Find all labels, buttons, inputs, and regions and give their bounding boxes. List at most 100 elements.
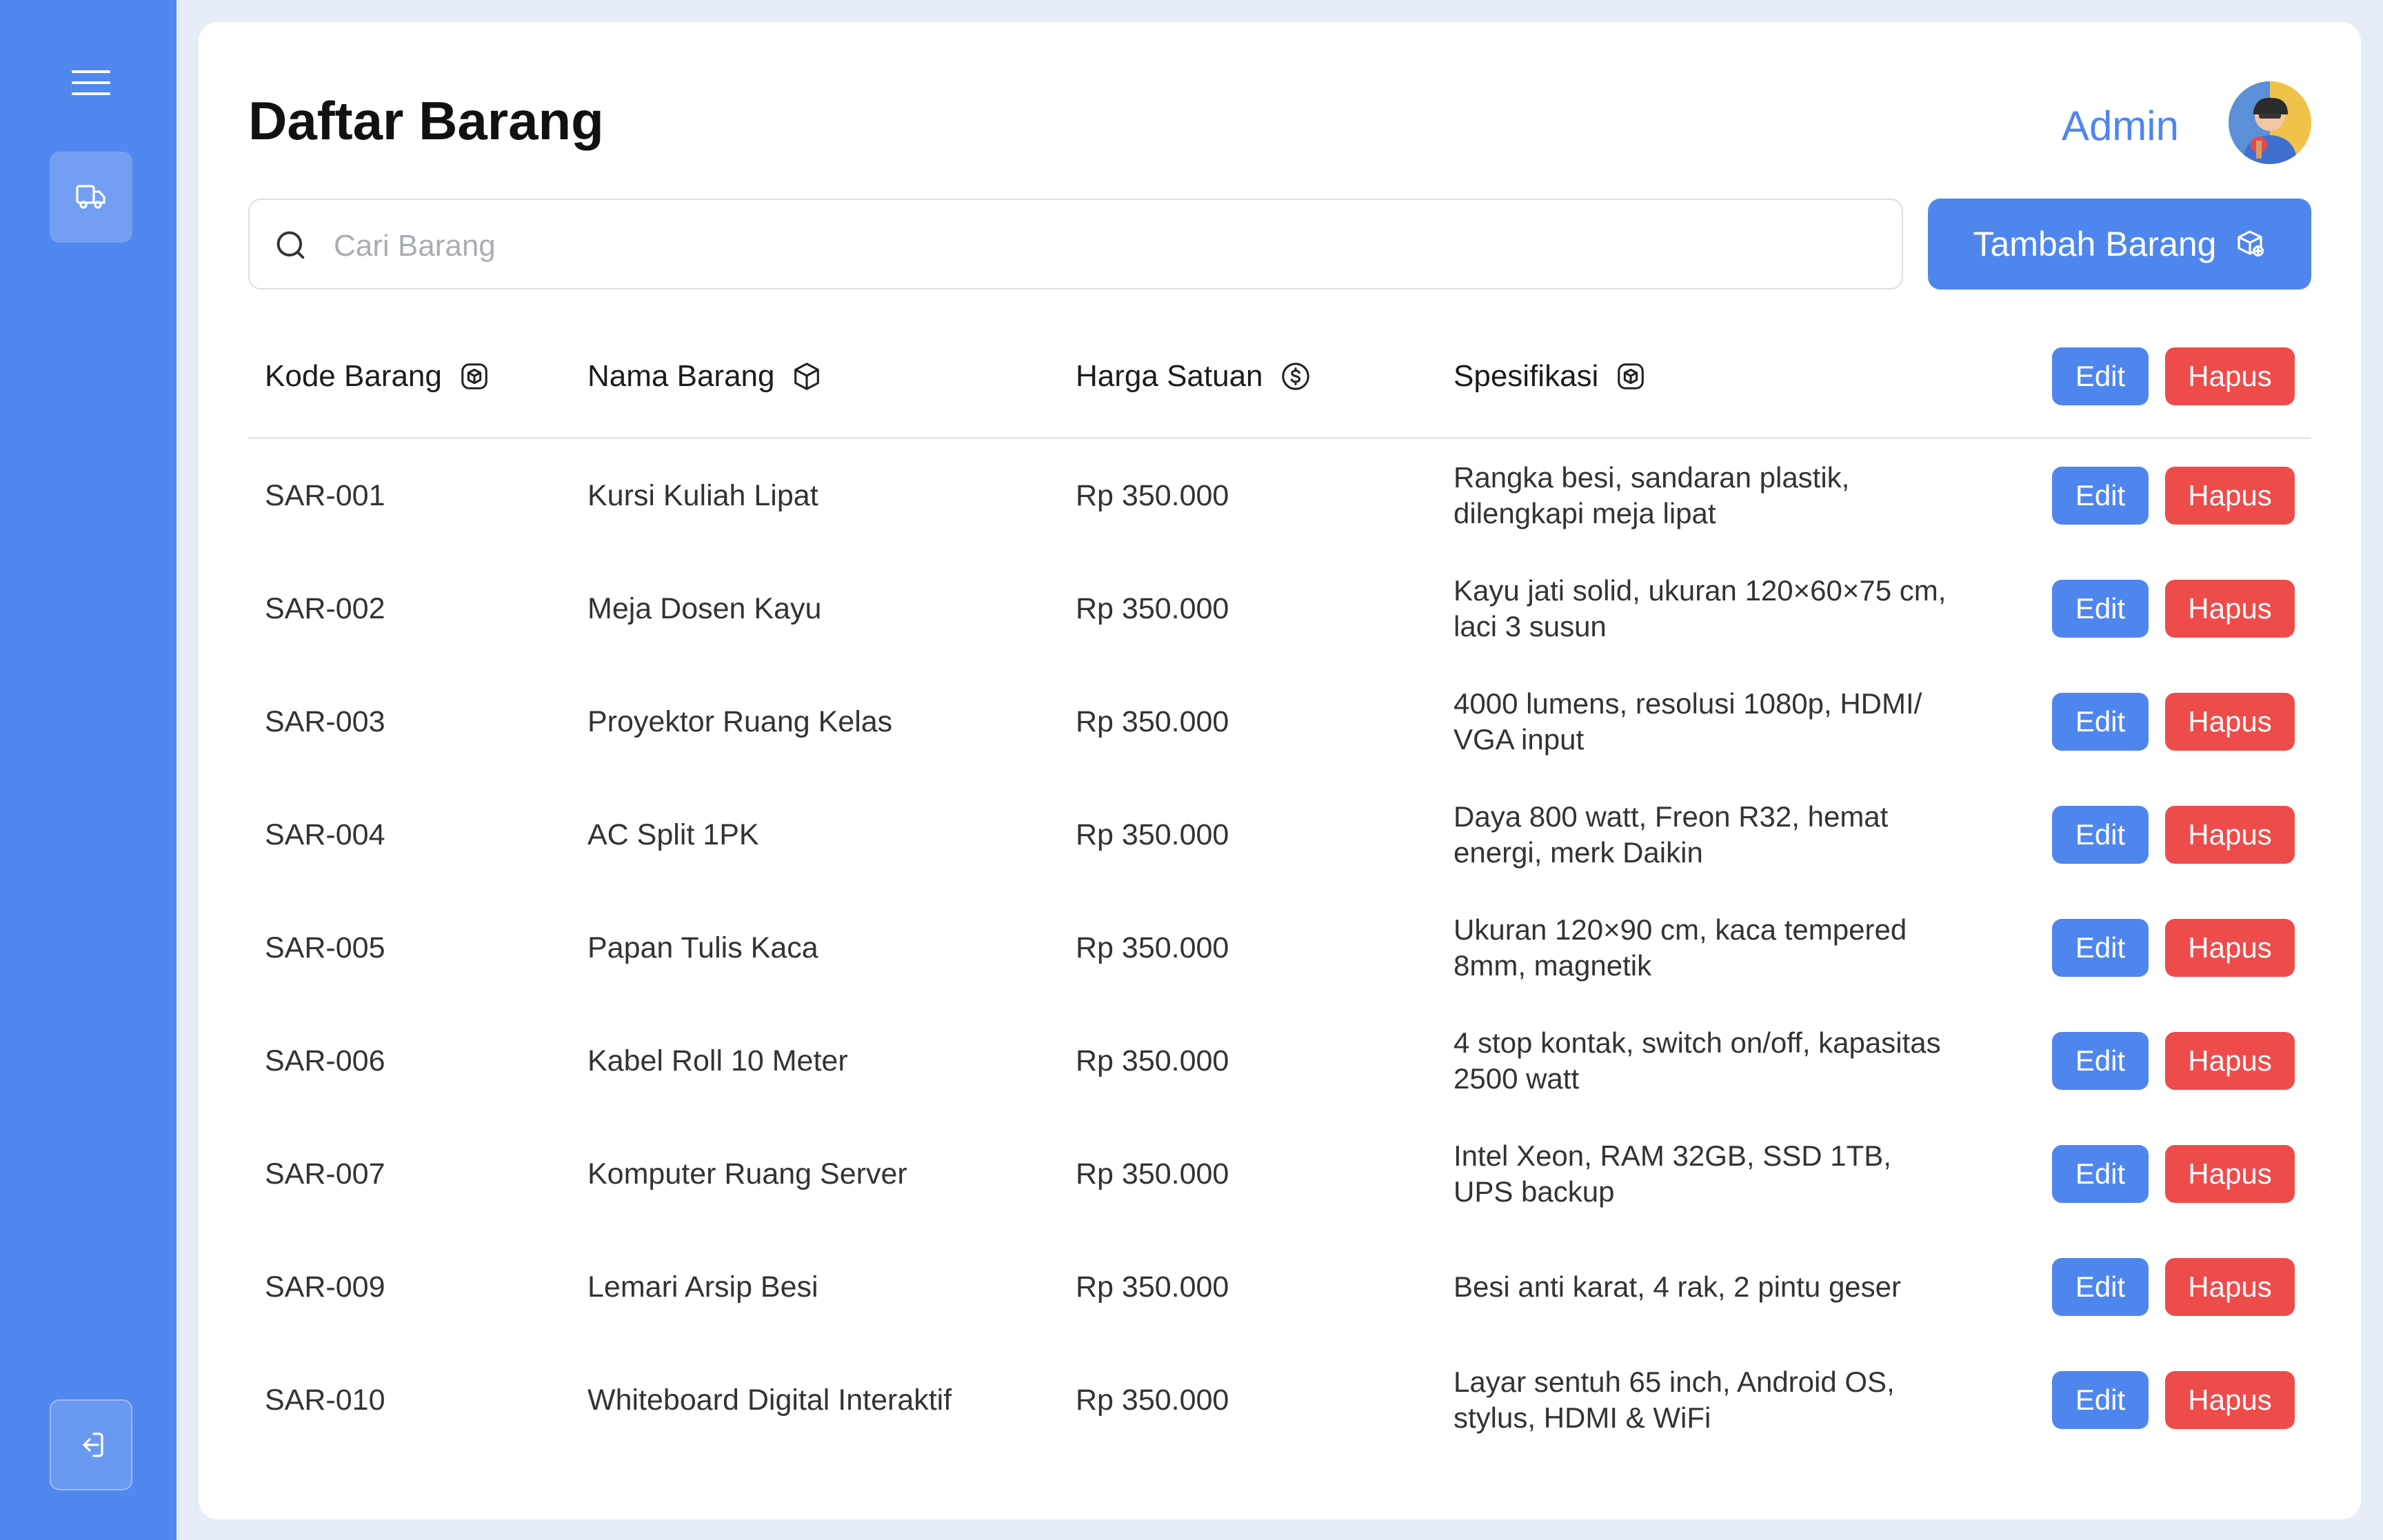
- cell-spec: Ukuran 120×90 cm, kaca tempered 8mm, mag…: [1454, 891, 1950, 1004]
- cube-icon: [794, 363, 820, 390]
- user-name[interactable]: Admin: [2062, 102, 2179, 150]
- row-actions: Edit Hapus: [2052, 1230, 2295, 1344]
- delete-button[interactable]: Hapus: [2165, 1032, 2295, 1090]
- edit-button[interactable]: Edit: [2052, 467, 2149, 525]
- delete-button[interactable]: Hapus: [2165, 1258, 2295, 1316]
- search-icon: [276, 231, 305, 259]
- add-item-button[interactable]: Tambah Barang: [1928, 199, 2311, 290]
- cell-code: SAR-006: [265, 1044, 385, 1077]
- cell-price: Rp 350.000: [1076, 931, 1229, 964]
- spec-text: Layar sentuh 65 inch, Android OS, stylus…: [1454, 1366, 1895, 1434]
- cell-spec: Daya 800 watt, Freon R32, hemat energi, …: [1454, 778, 1950, 891]
- truck-icon: [76, 185, 105, 209]
- edit-button[interactable]: Edit: [2052, 693, 2149, 751]
- cell-name: Kursi Kuliah Lipat: [587, 478, 818, 512]
- box-icon: [461, 363, 487, 389]
- delete-button[interactable]: Hapus: [2165, 919, 2295, 977]
- row-actions: Edit Hapus: [2052, 439, 2295, 552]
- delete-button[interactable]: Hapus: [2165, 1145, 2295, 1203]
- delete-button[interactable]: Hapus: [2165, 693, 2295, 751]
- edit-button[interactable]: Edit: [2052, 1258, 2149, 1316]
- cell-price: Rp 350.000: [1076, 1270, 1229, 1304]
- spec-text: Intel Xeon, RAM 32GB, SSD 1TB, UPS backu…: [1454, 1139, 1891, 1208]
- table-row: SAR-005 Papan Tulis Kaca Rp 350.000 Ukuran …: [248, 891, 2311, 1004]
- sidebar: [0, 0, 177, 1540]
- delete-button[interactable]: Hapus: [2165, 467, 2295, 525]
- table-body: SAR-001 Kursi Kuliah Lipat Rp 350.000 Rangk…: [248, 439, 2311, 1457]
- header-edit-button[interactable]: Edit: [2052, 347, 2149, 405]
- cell-name: Lemari Arsip Besi: [587, 1270, 818, 1304]
- items-table: Kode Barang Nama Barang Harga Satuan Spe…: [248, 316, 2311, 1457]
- spec-text: Rangka besi, sandaran plastik, dilengkap…: [1454, 461, 1850, 529]
- spec-text: Ukuran 120×90 cm, kaca tempered 8mm, mag…: [1454, 913, 1907, 982]
- dollar-icon: [1281, 363, 1309, 390]
- add-item-button-label: Tambah Barang: [1973, 225, 2217, 263]
- avatar[interactable]: [2229, 81, 2311, 164]
- cell-name: AC Split 1PK: [587, 818, 759, 851]
- cell-name: Komputer Ruang Server: [587, 1157, 907, 1191]
- delete-button[interactable]: Hapus: [2165, 580, 2295, 638]
- page-title: Daftar Barang: [248, 90, 604, 151]
- row-actions: Edit Hapus: [2052, 778, 2295, 891]
- cell-spec: 4 stop kontak, switch on/off, kapasitas …: [1454, 1004, 1950, 1117]
- cell-spec: Besi anti karat, 4 rak, 2 pintu geser: [1454, 1230, 1950, 1344]
- table-row: SAR-007 Komputer Ruang Server Rp 350.000 In…: [248, 1117, 2311, 1230]
- cell-price: Rp 350.000: [1076, 1044, 1229, 1077]
- cell-name: Kabel Roll 10 Meter: [587, 1044, 848, 1077]
- cell-price: Rp 350.000: [1076, 818, 1229, 851]
- table-row: SAR-006 Kabel Roll 10 Meter Rp 350.000 4 st…: [248, 1004, 2311, 1117]
- spec-text: Daya 800 watt, Freon R32, hemat energi, …: [1454, 800, 1889, 869]
- box-icon: [1618, 363, 1645, 389]
- table-row: SAR-009 Lemari Arsip Besi Rp 350.000 Besi a…: [248, 1230, 2311, 1344]
- logout-icon: [83, 1432, 103, 1457]
- cell-price: Rp 350.000: [1076, 591, 1229, 625]
- cell-name: Whiteboard Digital Interaktif: [587, 1383, 952, 1417]
- cell-code: SAR-010: [265, 1383, 385, 1417]
- spec-text: 4 stop kontak, switch on/off, kapasitas …: [1454, 1026, 1941, 1095]
- cell-price: Rp 350.000: [1076, 1383, 1229, 1417]
- cell-price: Rp 350.000: [1076, 478, 1229, 512]
- table-row: SAR-001 Kursi Kuliah Lipat Rp 350.000 Rangk…: [248, 439, 2311, 552]
- cell-spec: 4000 lumens, resolusi 1080p, HDMI/ VGA i…: [1454, 665, 1950, 778]
- row-actions: Edit Hapus: [2052, 552, 2295, 665]
- cell-code: SAR-001: [265, 478, 385, 512]
- cell-price: Rp 350.000: [1076, 1157, 1229, 1191]
- cell-name: Meja Dosen Kayu: [587, 591, 822, 625]
- table-row: SAR-010 Whiteboard Digital Interaktif Rp 3…: [248, 1344, 2311, 1457]
- table-header: Kode Barang Nama Barang Harga Satuan Spe…: [248, 316, 2311, 439]
- cell-code: SAR-004: [265, 818, 385, 851]
- cell-spec: Rangka besi, sandaran plastik, dilengkap…: [1454, 439, 1950, 552]
- edit-button[interactable]: Edit: [2052, 1371, 2149, 1429]
- cell-code: SAR-005: [265, 931, 385, 964]
- cell-price: Rp 350.000: [1076, 705, 1229, 738]
- edit-button[interactable]: Edit: [2052, 1032, 2149, 1090]
- spec-text: 4000 lumens, resolusi 1080p, HDMI/ VGA i…: [1454, 687, 1922, 756]
- edit-button[interactable]: Edit: [2052, 919, 2149, 977]
- edit-button[interactable]: Edit: [2052, 580, 2149, 638]
- column-header-kode: Kode Barang: [265, 316, 490, 437]
- cell-name: Papan Tulis Kaca: [587, 931, 818, 964]
- spec-text: Besi anti karat, 4 rak, 2 pintu geser: [1454, 1270, 1902, 1303]
- header-delete-button[interactable]: Hapus: [2165, 347, 2295, 405]
- column-header-harga: Harga Satuan: [1076, 316, 1311, 437]
- row-actions: Edit Hapus: [2052, 1117, 2295, 1230]
- hamburger-icon[interactable]: [69, 69, 113, 97]
- column-header-spesifikasi: Spesifikasi: [1454, 316, 1647, 437]
- table-row: SAR-004 AC Split 1PK Rp 350.000 Daya 800 wa…: [248, 778, 2311, 891]
- cell-name: Proyektor Ruang Kelas: [587, 705, 893, 738]
- search-box: [248, 199, 1903, 290]
- spec-text: Kayu jati solid, ukuran 120×60×75 cm, la…: [1454, 574, 1947, 642]
- package-add-icon: [2237, 230, 2264, 257]
- cell-spec: Intel Xeon, RAM 32GB, SSD 1TB, UPS backu…: [1454, 1117, 1950, 1230]
- search-input[interactable]: [332, 218, 1880, 274]
- logout-button[interactable]: [50, 1399, 132, 1490]
- cell-code: SAR-002: [265, 591, 385, 625]
- delete-button[interactable]: Hapus: [2165, 806, 2295, 864]
- edit-button[interactable]: Edit: [2052, 1145, 2149, 1203]
- delete-button[interactable]: Hapus: [2165, 1371, 2295, 1429]
- nav-item-barang[interactable]: [50, 152, 132, 243]
- header-actions: Edit Hapus: [2052, 316, 2295, 437]
- edit-button[interactable]: Edit: [2052, 806, 2149, 864]
- cell-code: SAR-009: [265, 1270, 385, 1304]
- row-actions: Edit Hapus: [2052, 665, 2295, 778]
